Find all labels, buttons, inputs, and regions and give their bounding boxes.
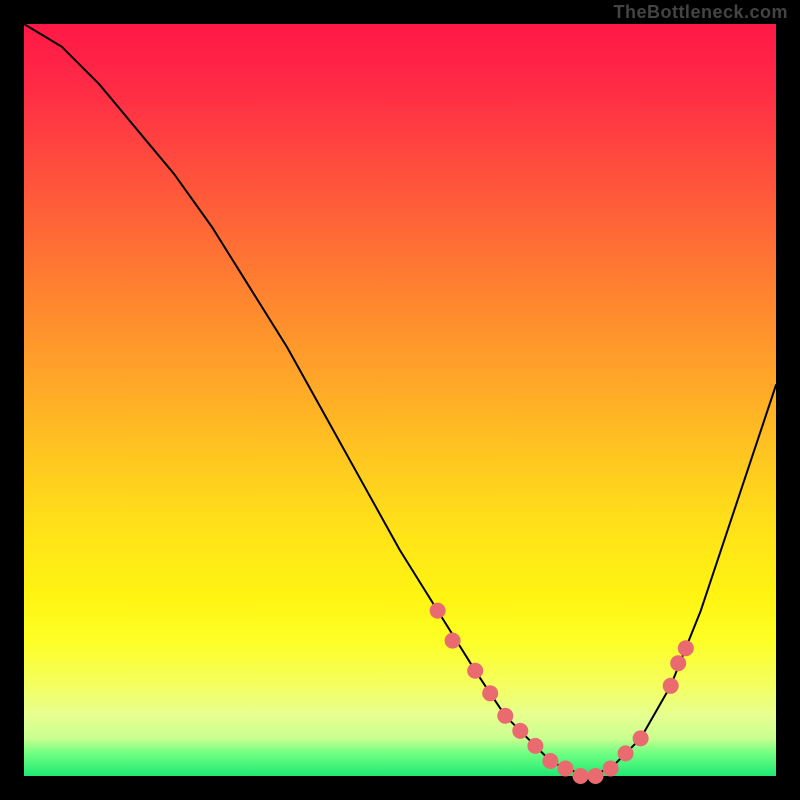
data-point (588, 768, 604, 784)
data-point (512, 723, 528, 739)
data-point (633, 730, 649, 746)
curve-svg (24, 24, 776, 776)
plot-area (24, 24, 776, 776)
data-point (542, 753, 558, 769)
data-points-group (430, 603, 694, 784)
data-point (663, 678, 679, 694)
data-point (430, 603, 446, 619)
data-point (603, 761, 619, 777)
chart-stage: TheBottleneck.com (0, 0, 800, 800)
data-point (618, 745, 634, 761)
bottleneck-curve (24, 24, 776, 776)
data-point (445, 633, 461, 649)
data-point (527, 738, 543, 754)
data-point (482, 685, 498, 701)
data-point (678, 640, 694, 656)
data-point (573, 768, 589, 784)
data-point (557, 761, 573, 777)
data-point (497, 708, 513, 724)
data-point (467, 663, 483, 679)
watermark-label: TheBottleneck.com (613, 2, 788, 23)
data-point (670, 655, 686, 671)
